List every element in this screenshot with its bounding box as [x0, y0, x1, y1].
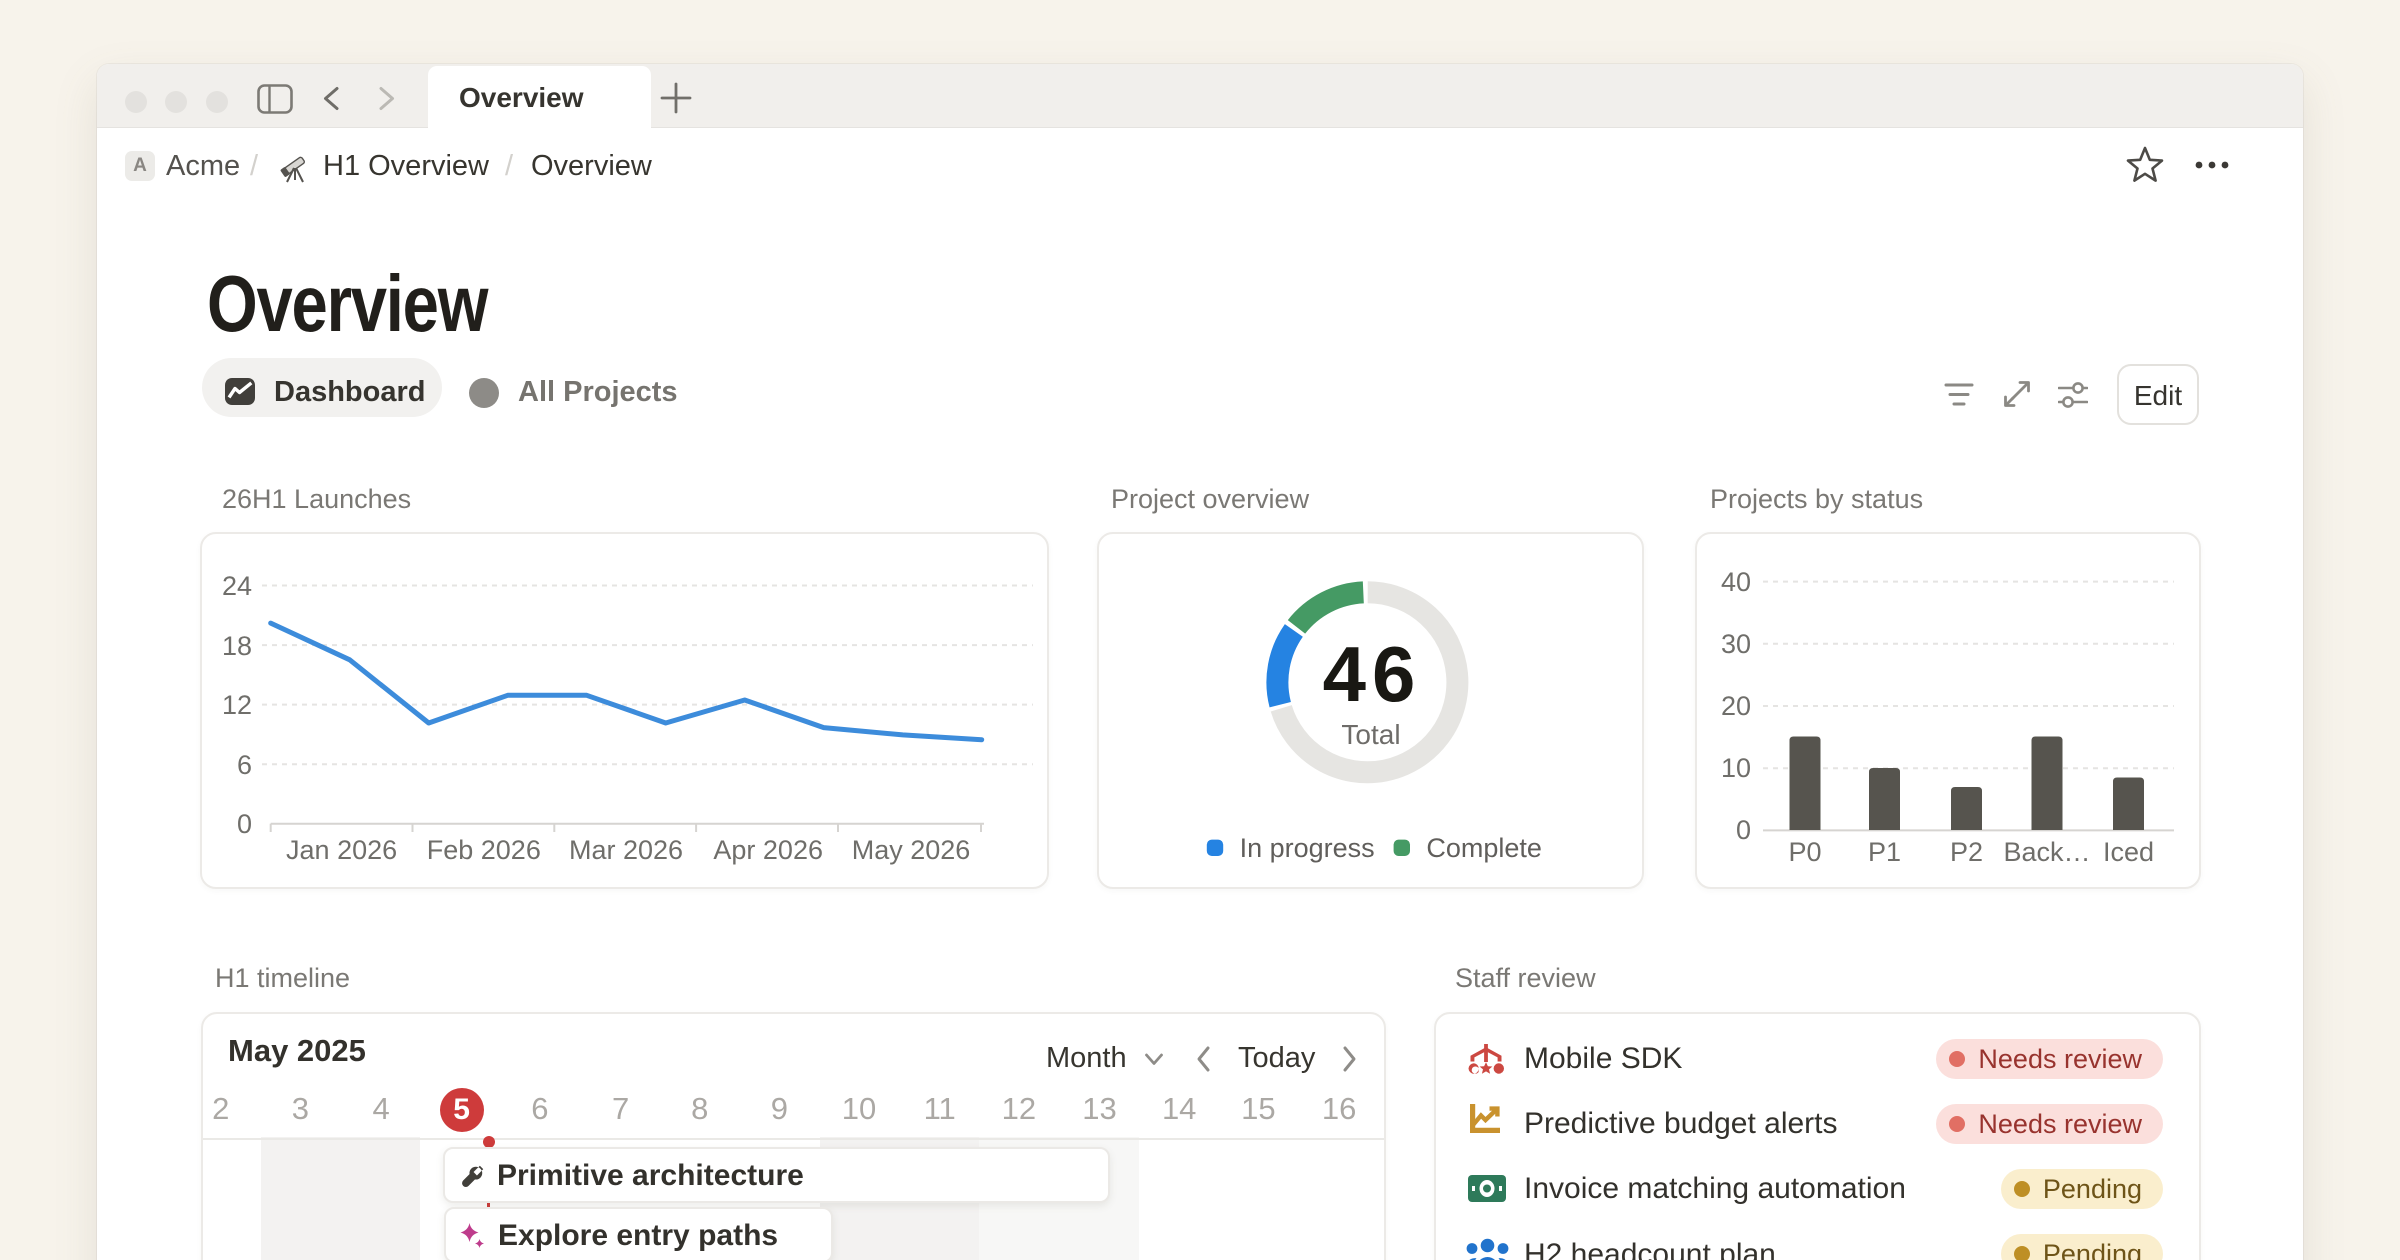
svg-text:In progress: In progress: [1240, 833, 1375, 863]
svg-text:Complete: Complete: [1426, 833, 1542, 863]
svg-text:40: 40: [1721, 567, 1751, 597]
svg-text:0: 0: [1736, 815, 1751, 845]
svg-text:Iced: Iced: [2103, 837, 2154, 867]
svg-text:46: 46: [1323, 630, 1422, 718]
svg-text:Back…: Back…: [2003, 837, 2090, 867]
svg-text:Jan 2026: Jan 2026: [286, 835, 397, 865]
svg-text:30: 30: [1721, 629, 1751, 659]
svg-text:6: 6: [237, 750, 252, 780]
svg-text:May 2026: May 2026: [852, 835, 971, 865]
svg-text:10: 10: [1721, 753, 1751, 783]
svg-text:Total: Total: [1341, 719, 1400, 750]
svg-text:20: 20: [1721, 691, 1751, 721]
svg-text:P1: P1: [1868, 837, 1901, 867]
svg-text:P2: P2: [1950, 837, 1983, 867]
svg-text:24: 24: [222, 571, 252, 601]
svg-text:Feb 2026: Feb 2026: [427, 835, 541, 865]
svg-text:0: 0: [237, 809, 252, 839]
svg-text:12: 12: [222, 690, 252, 720]
svg-text:18: 18: [222, 631, 252, 661]
svg-text:Apr 2026: Apr 2026: [713, 835, 823, 865]
svg-text:Mar 2026: Mar 2026: [569, 835, 683, 865]
svg-text:P0: P0: [1788, 837, 1821, 867]
